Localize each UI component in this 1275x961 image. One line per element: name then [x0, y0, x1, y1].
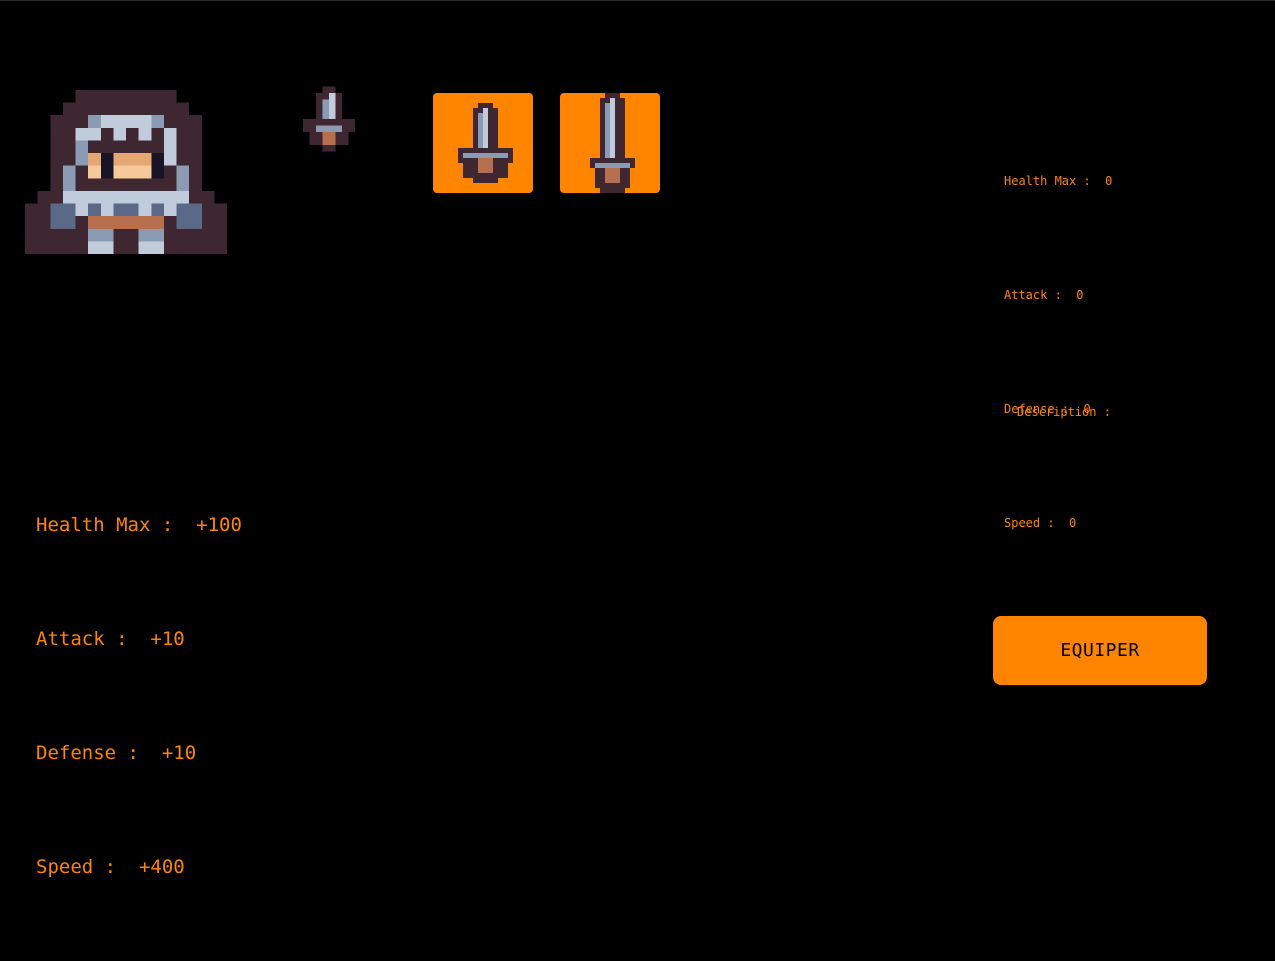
stat-label: Health Max : [36, 514, 174, 536]
hero-stat-attack: Attack : +10 [36, 620, 242, 658]
knight-portrait [25, 89, 227, 255]
stat-value: 0 [1076, 288, 1084, 302]
item-stat-health: Health Max : 0 [1004, 162, 1112, 200]
window-top-border [0, 0, 1275, 1]
item-stat-attack: Attack : 0 [1004, 276, 1112, 314]
item-stat-speed: Speed : 0 [1004, 504, 1112, 542]
stat-label: Speed : [1004, 516, 1055, 530]
stat-value: 0 [1105, 174, 1113, 188]
hero-stats-panel: Health Max : +100 Attack : +10 Defense :… [36, 430, 242, 924]
item-stats-panel: Health Max : 0 Attack : 0 Defense : 0 Sp… [1004, 86, 1112, 580]
equip-button[interactable]: EQUIPER [993, 616, 1207, 685]
stat-label: Attack : [1004, 288, 1062, 302]
stat-value: +100 [196, 514, 242, 536]
hero-stat-speed: Speed : +400 [36, 848, 242, 886]
inventory-slot-sword[interactable] [560, 93, 660, 193]
hero-stat-health: Health Max : +100 [36, 506, 242, 544]
hero-stat-defense: Defense : +10 [36, 734, 242, 772]
equipped-dagger-icon [303, 86, 355, 152]
stat-value: 0 [1069, 516, 1077, 530]
item-description-label: Description : [1017, 405, 1111, 419]
stat-label: Speed : [36, 856, 117, 878]
stat-label: Defense : [36, 742, 139, 764]
inventory-slot-dagger[interactable] [433, 93, 533, 193]
stat-value: +10 [161, 742, 197, 764]
stat-value: +400 [138, 856, 185, 878]
stat-label: Health Max : [1004, 174, 1091, 188]
dagger-icon [458, 103, 513, 183]
stat-label: Attack : [36, 628, 128, 650]
stat-value: +10 [150, 628, 185, 650]
sword-icon [590, 93, 635, 193]
